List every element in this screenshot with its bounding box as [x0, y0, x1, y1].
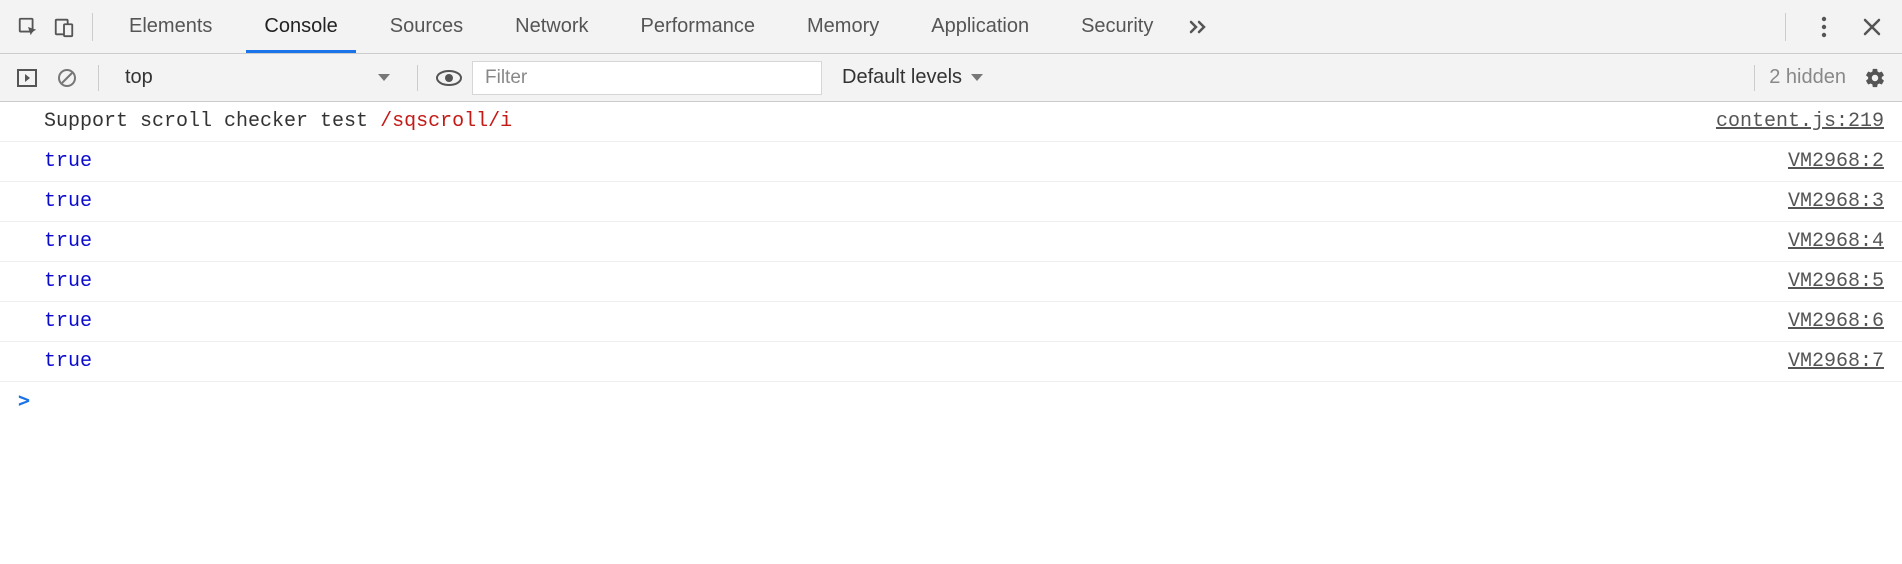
source-link[interactable]: VM2968:5	[1788, 270, 1884, 293]
toggle-sidebar-icon[interactable]	[10, 61, 44, 95]
divider	[1754, 65, 1755, 91]
log-message: true	[44, 270, 92, 293]
close-devtools-icon[interactable]	[1852, 7, 1892, 47]
tab-memory[interactable]: Memory	[781, 0, 905, 53]
console-log-row: true VM2968:4	[0, 222, 1902, 262]
tabbar-right-controls	[1775, 7, 1892, 47]
log-message: true	[44, 310, 92, 333]
console-prompt[interactable]: >	[0, 382, 1902, 418]
console-log-row: true VM2968:7	[0, 342, 1902, 382]
more-tabs-icon[interactable]	[1179, 9, 1215, 45]
divider	[98, 65, 99, 91]
source-link[interactable]: VM2968:7	[1788, 350, 1884, 373]
tabs-container: Elements Console Sources Network Perform…	[103, 0, 1179, 53]
console-log-row: true VM2968:2	[0, 142, 1902, 182]
tab-performance[interactable]: Performance	[615, 0, 782, 53]
filter-input[interactable]	[472, 61, 822, 95]
source-link[interactable]: VM2968:2	[1788, 150, 1884, 173]
console-log-row: true VM2968:3	[0, 182, 1902, 222]
console-toolbar: top Default levels 2 hidden	[0, 54, 1902, 102]
live-expression-icon[interactable]	[432, 61, 466, 95]
inspect-element-icon[interactable]	[10, 9, 46, 45]
devtools-tabbar: Elements Console Sources Network Perform…	[0, 0, 1902, 54]
divider	[92, 13, 93, 41]
kebab-menu-icon[interactable]	[1804, 7, 1844, 47]
divider	[1785, 13, 1786, 41]
source-link[interactable]: content.js:219	[1716, 110, 1884, 133]
clear-console-icon[interactable]	[50, 61, 84, 95]
levels-label: Default levels	[842, 66, 962, 89]
tab-sources[interactable]: Sources	[364, 0, 489, 53]
tab-console[interactable]: Console	[238, 0, 363, 53]
log-message: true	[44, 350, 92, 373]
tab-elements[interactable]: Elements	[103, 0, 238, 53]
console-log-row: Support scroll checker test /sqscroll/i …	[0, 102, 1902, 142]
log-message: Support scroll checker test /sqscroll/i	[44, 110, 512, 133]
context-label: top	[125, 66, 153, 89]
tab-network[interactable]: Network	[489, 0, 614, 53]
log-message: true	[44, 230, 92, 253]
tab-security[interactable]: Security	[1055, 0, 1179, 53]
log-message: true	[44, 190, 92, 213]
device-toolbar-icon[interactable]	[46, 9, 82, 45]
context-selector[interactable]: top	[113, 66, 403, 89]
divider	[417, 65, 418, 91]
source-link[interactable]: VM2968:3	[1788, 190, 1884, 213]
prompt-caret-icon: >	[18, 388, 30, 412]
tab-application[interactable]: Application	[905, 0, 1055, 53]
source-link[interactable]: VM2968:6	[1788, 310, 1884, 333]
console-log-row: true VM2968:6	[0, 302, 1902, 342]
source-link[interactable]: VM2968:4	[1788, 230, 1884, 253]
log-message: true	[44, 150, 92, 173]
console-settings-icon[interactable]	[1858, 61, 1892, 95]
console-output: Support scroll checker test /sqscroll/i …	[0, 102, 1902, 418]
chevron-down-icon	[377, 73, 391, 83]
chevron-down-icon	[970, 73, 984, 83]
log-levels-selector[interactable]: Default levels	[828, 66, 998, 89]
console-log-row: true VM2968:5	[0, 262, 1902, 302]
hidden-messages-count[interactable]: 2 hidden	[1769, 66, 1852, 89]
